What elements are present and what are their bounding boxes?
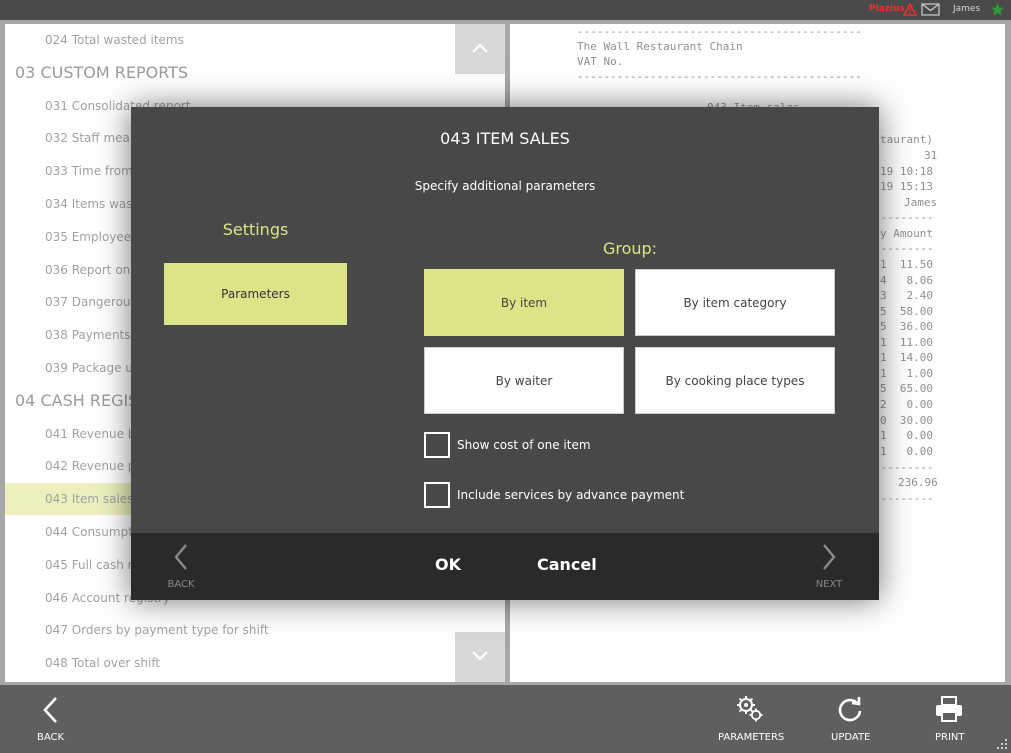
top-bar: Plazius James [0,0,1011,20]
chevron-right-icon [823,544,836,570]
show-cost-label[interactable]: Show cost of one item [457,438,591,452]
show-cost-checkbox[interactable] [424,432,450,458]
refresh-icon [838,697,862,722]
update-button[interactable]: UPDATE [826,685,876,753]
back-label: BACK [37,732,65,743]
dialog-next-button[interactable]: NEXT [809,541,849,597]
user-name[interactable]: James [953,4,980,14]
parameters-button[interactable]: PARAMETERS [712,685,788,753]
resize-grip-icon[interactable] [993,735,1009,751]
warning-icon[interactable] [903,3,917,16]
status-star-icon [991,3,1004,16]
option-by-item[interactable]: By item [424,269,624,336]
settings-item-parameters[interactable]: Parameters [164,263,347,325]
mail-icon[interactable] [921,3,940,16]
chevron-left-icon [43,697,57,723]
parameters-label: PARAMETERS [718,732,785,743]
ok-button[interactable]: OK [435,555,461,574]
update-label: UPDATE [831,732,871,743]
dialog-back-button[interactable]: BACK [161,541,201,597]
bottom-toolbar: BACK PARAMETERS UPDATE PRINT [0,685,1011,753]
print-button[interactable]: PRINT [928,685,972,753]
dialog-subtitle: Specify additional parameters [414,179,596,193]
option-by-cooking-place-types[interactable]: By cooking place types [635,347,835,414]
printer-icon [936,696,962,722]
parameters-dialog: 043 ITEM SALES Specify additional parame… [131,107,879,600]
print-label: PRINT [935,732,965,743]
gears-icon [737,696,763,722]
advance-payment-checkbox[interactable] [424,482,450,508]
chevron-left-icon [174,544,187,570]
dialog-next-label: NEXT [815,579,843,590]
brand-label: Plazius [869,4,905,14]
dialog-title: 043 ITEM SALES [440,129,570,148]
dialog-footer: BACK OK Cancel NEXT [131,533,879,600]
settings-heading: Settings [222,220,289,239]
group-heading: Group: [602,239,658,258]
back-button[interactable]: BACK [30,685,70,753]
advance-payment-label[interactable]: Include services by advance payment [457,488,684,502]
cancel-button[interactable]: Cancel [537,555,597,574]
dialog-back-label: BACK [167,579,195,590]
option-by-waiter[interactable]: By waiter [424,347,624,414]
option-by-item-category[interactable]: By item category [635,269,835,336]
